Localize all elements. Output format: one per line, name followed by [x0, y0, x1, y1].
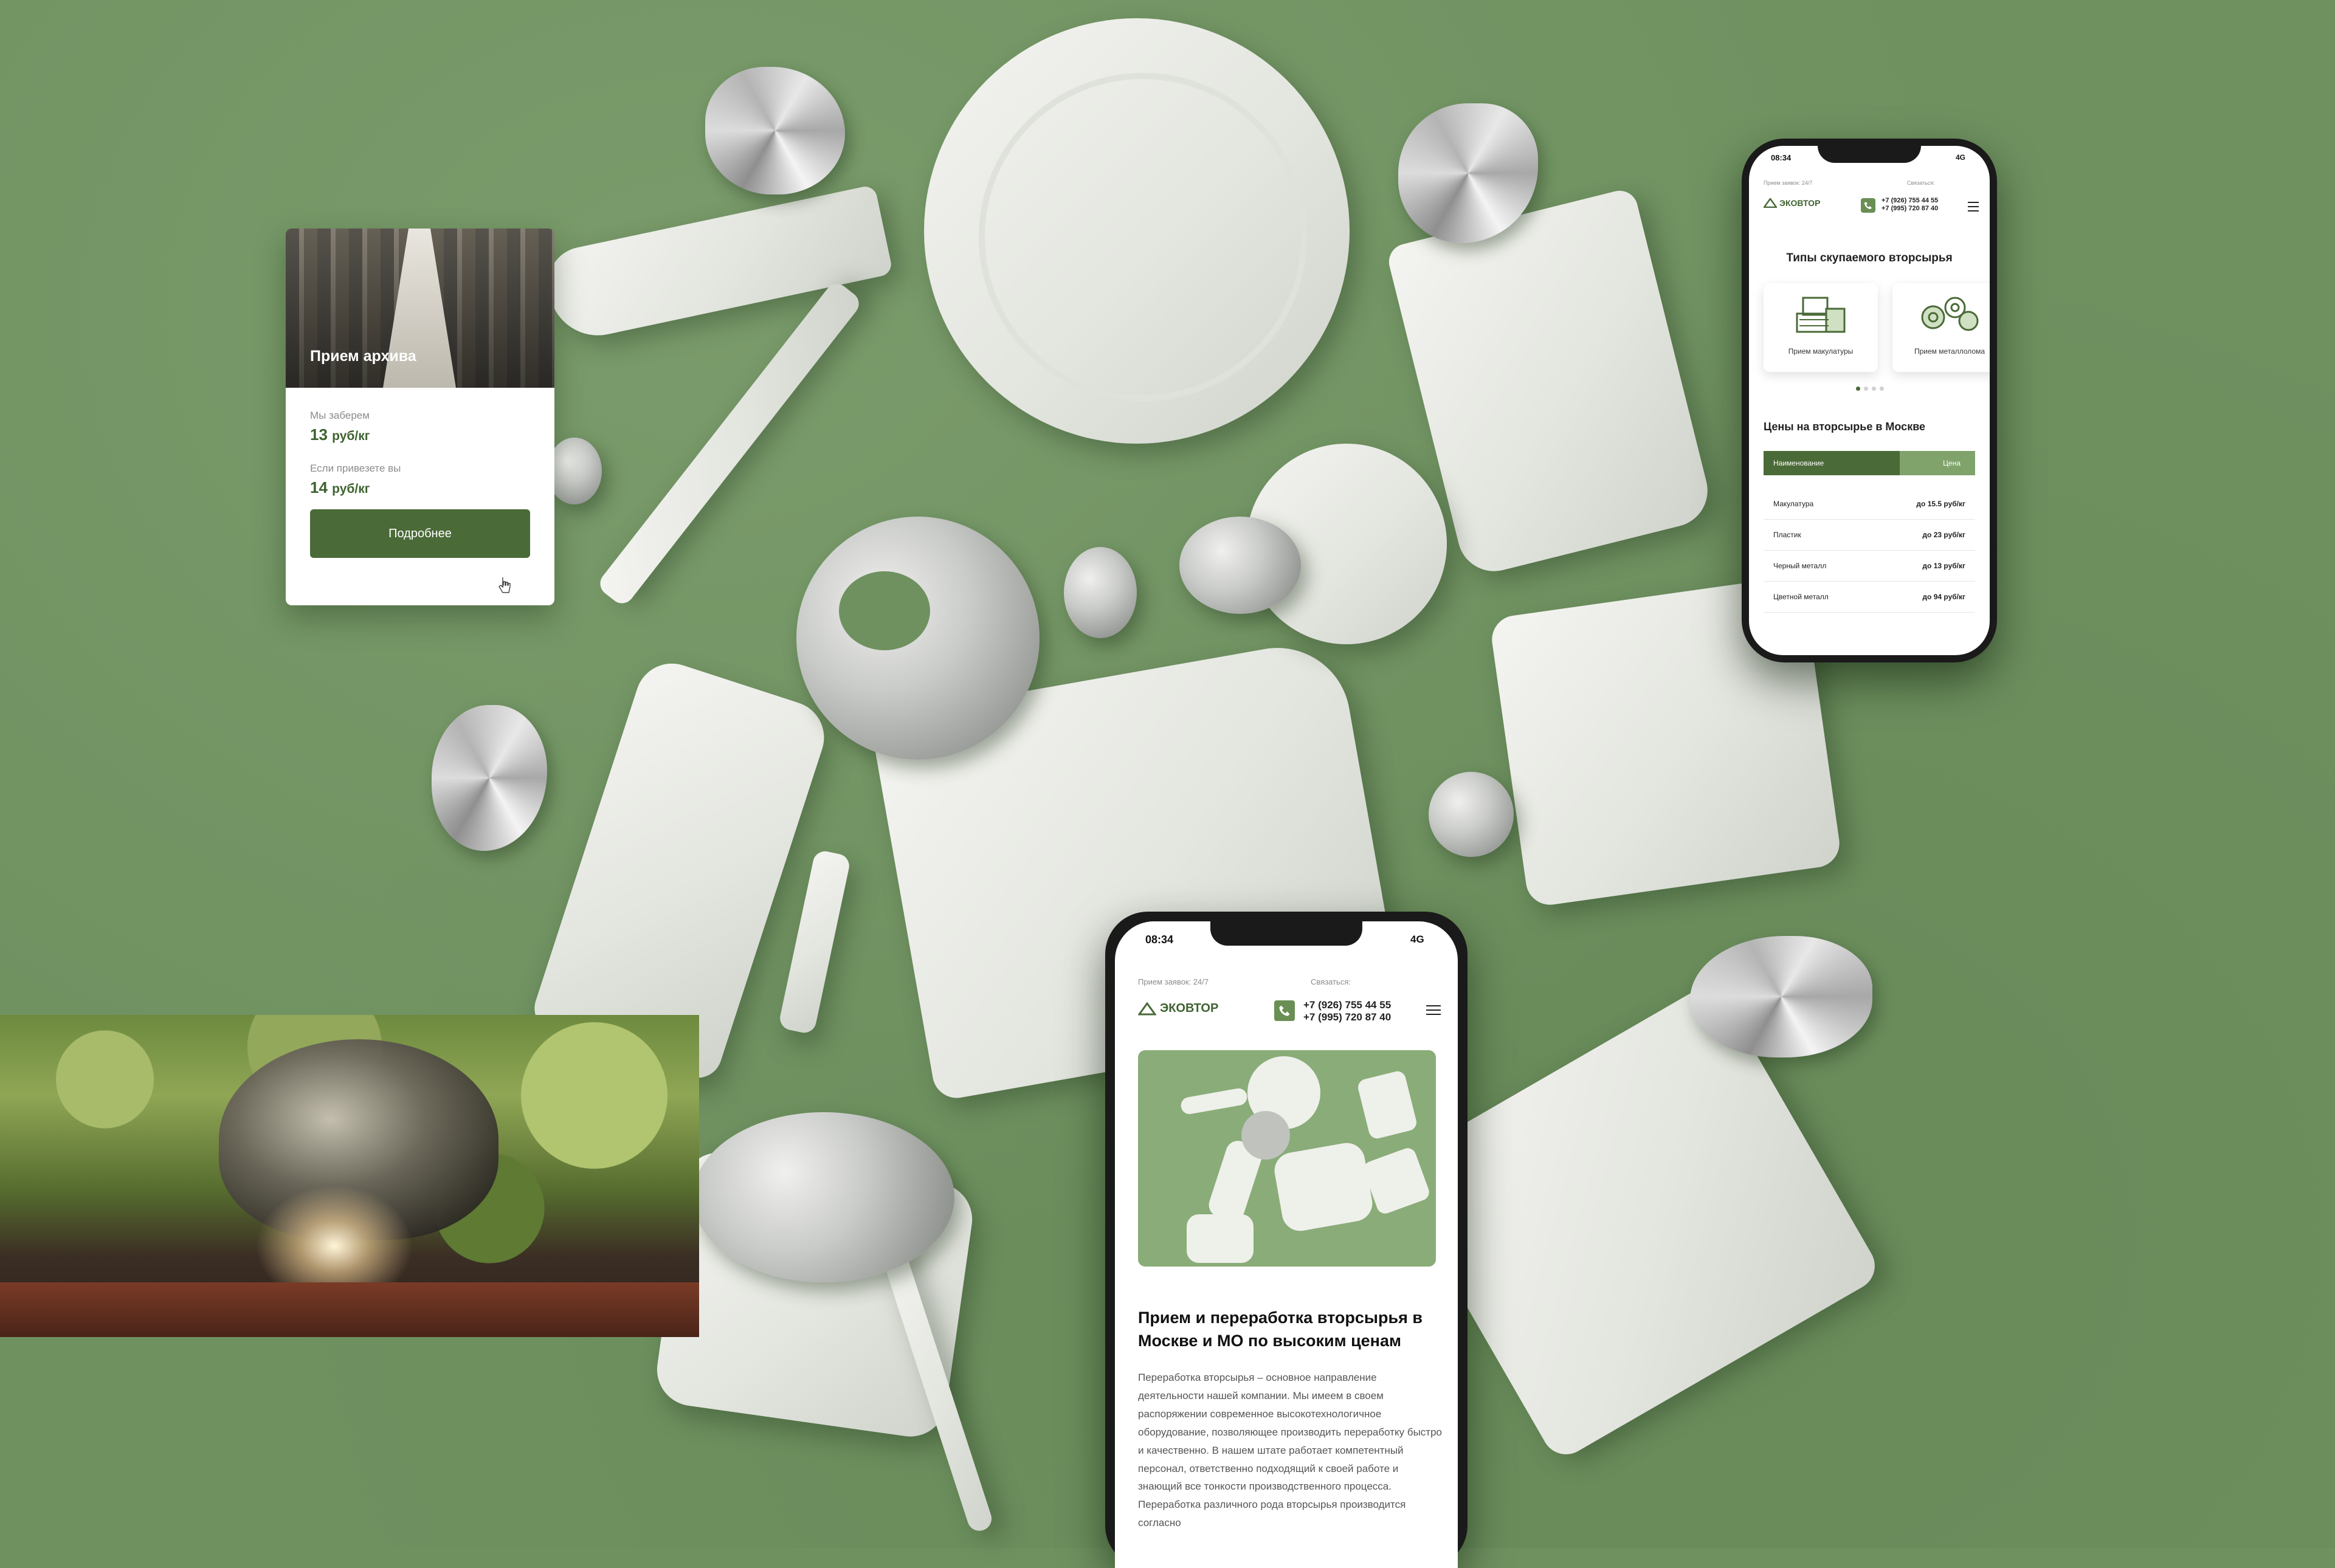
table-row: Пластик до 23 руб/кг — [1764, 520, 1975, 551]
pickup-label: Мы заберем — [310, 410, 370, 421]
pickup-price-value: 13 — [310, 425, 328, 444]
col-name-header[interactable]: Наименование — [1764, 451, 1900, 475]
phone-bottom-screen: 08:34 4G Прием заявок: 24/7 Связаться: Э… — [1115, 921, 1458, 1568]
status-network: 4G — [1410, 934, 1424, 945]
topbar-hours: Прием заявок: 24/7 — [1764, 180, 1813, 186]
table-row: Цветной металл до 94 руб/кг — [1764, 582, 1975, 613]
menu-icon[interactable] — [1426, 1005, 1441, 1018]
carousel-dots[interactable] — [1856, 387, 1884, 391]
archive-card: Прием архива Мы заберем 13 руб/кг Если п… — [286, 229, 554, 605]
dropoff-price-value: 14 — [310, 478, 328, 497]
hero-text: Переработка вторсырья – основное направл… — [1138, 1372, 1442, 1529]
pull-tab-4 — [547, 438, 602, 504]
phone-icon — [1279, 1005, 1290, 1016]
table-row: Макулатура до 15.5 руб/кг — [1764, 489, 1975, 520]
status-network: 4G — [1956, 153, 1966, 162]
hero-image-spoon — [1179, 1087, 1249, 1116]
row-name: Макулатура — [1773, 500, 1814, 508]
hero-image-bag — [1271, 1140, 1376, 1234]
paper-stack-icon — [1796, 297, 1846, 333]
contact-phone-1[interactable]: +7 (926) 755 44 55 — [1881, 197, 1938, 205]
site-logo-text: ЭКОВТОР — [1779, 198, 1821, 208]
row-name: Пластик — [1773, 531, 1801, 539]
pull-tab-3 — [1429, 772, 1514, 857]
archive-photo: Прием архива — [286, 229, 554, 388]
tile-paper[interactable]: Прием макулатуры — [1764, 283, 1878, 372]
pull-tab-2 — [1179, 517, 1301, 614]
scrap-metal-photo — [0, 1015, 699, 1337]
can-lid — [796, 517, 1040, 760]
phone-top-notch — [1818, 146, 1921, 163]
hero-image-cup — [1356, 1069, 1418, 1141]
scrap-photo-container — [0, 1282, 699, 1337]
site-logo[interactable]: ЭКОВТОР — [1764, 198, 1820, 208]
status-time: 08:34 — [1771, 153, 1792, 162]
row-name: Цветной металл — [1773, 593, 1829, 601]
types-title: Типы скупаемого вторсырья — [1786, 252, 1953, 264]
phone-mockup-bottom: 08:34 4G Прием заявок: 24/7 Связаться: Э… — [1105, 912, 1468, 1568]
phone-bottom-notch — [1210, 921, 1362, 946]
pull-tab — [1064, 547, 1137, 638]
phone-top-screen: 08:34 4G Прием заявок: 24/7 Связаться: Э… — [1749, 146, 1990, 655]
col-price-header[interactable]: Цена — [1900, 451, 1975, 475]
details-button[interactable]: Подробнее — [310, 509, 530, 558]
table-row: Черный металл до 13 руб/кг — [1764, 551, 1975, 582]
topbar-hours: Прием заявок: 24/7 — [1138, 977, 1209, 986]
contact-phones: +7 (926) 755 44 55 +7 (995) 720 87 40 — [1881, 197, 1938, 212]
phone-icon — [1864, 202, 1872, 209]
site-logo[interactable]: ЭКОВТОР — [1138, 1002, 1218, 1016]
can-lid-bottom — [693, 1112, 954, 1282]
recycle-logo-icon — [1138, 1002, 1156, 1015]
recycle-logo-icon — [1764, 198, 1777, 208]
row-name: Черный металл — [1773, 562, 1827, 570]
hero-image-can — [1241, 1111, 1290, 1160]
plastic-lid-inner — [979, 73, 1307, 401]
contact-phone-2[interactable]: +7 (995) 720 87 40 — [1303, 1011, 1391, 1023]
gears-icon — [1921, 297, 1979, 331]
topbar-contact: Связаться: — [1311, 977, 1351, 986]
call-button[interactable] — [1861, 198, 1875, 213]
carousel-dot[interactable] — [1872, 387, 1876, 391]
tile-metal[interactable]: Прием металлолома — [1892, 283, 1990, 372]
prices-title: Цены на вторсырье в Москве — [1764, 421, 1926, 433]
prices-table: Наименование Цена Макулатура до 15.5 руб… — [1764, 451, 1975, 613]
carousel-dot-active[interactable] — [1856, 387, 1860, 391]
hero-title: Прием и переработка вторсырья в Москве и… — [1138, 1308, 1423, 1350]
dropoff-label: Если привезете вы — [310, 462, 401, 474]
site-logo-text: ЭКОВТОР — [1160, 1002, 1219, 1015]
hero-image — [1138, 1050, 1436, 1267]
hero-image-container — [1187, 1214, 1254, 1263]
status-time: 08:34 — [1145, 934, 1174, 946]
contact-phone-2[interactable]: +7 (995) 720 87 40 — [1881, 205, 1938, 213]
row-price: до 23 руб/кг — [1922, 531, 1965, 539]
call-button[interactable] — [1274, 1000, 1295, 1021]
pointer-cursor-icon — [498, 577, 511, 593]
archive-card-title: Прием архива — [310, 348, 416, 365]
contact-phone-1[interactable]: +7 (926) 755 44 55 — [1303, 999, 1391, 1011]
dropoff-price: 14 руб/кг — [310, 478, 530, 497]
pickup-price-unit: руб/кг — [332, 429, 370, 443]
tile-metal-label: Прием металлолома — [1914, 347, 1985, 356]
carousel-dot[interactable] — [1880, 387, 1884, 391]
contact-phones: +7 (926) 755 44 55 +7 (995) 720 87 40 — [1303, 999, 1391, 1023]
row-price: до 13 руб/кг — [1922, 562, 1965, 570]
foil-ball-4 — [1690, 936, 1872, 1057]
prices-table-header: Наименование Цена — [1764, 451, 1975, 475]
topbar-contact: Связаться: — [1907, 180, 1935, 186]
pickup-price: 13 руб/кг — [310, 425, 530, 444]
tile-paper-label: Прием макулатуры — [1788, 347, 1854, 356]
archive-card-body: Мы заберем 13 руб/кг Если привезете вы 1… — [286, 388, 554, 558]
row-price: до 15.5 руб/кг — [1916, 500, 1965, 508]
can-lid-hole — [839, 571, 930, 650]
carousel-dot[interactable] — [1864, 387, 1868, 391]
phone-mockup-top: 08:34 4G Прием заявок: 24/7 Связаться: Э… — [1742, 139, 1997, 662]
menu-icon[interactable] — [1968, 202, 1979, 215]
dropoff-price-unit: руб/кг — [332, 482, 370, 496]
row-price: до 94 руб/кг — [1922, 593, 1965, 601]
